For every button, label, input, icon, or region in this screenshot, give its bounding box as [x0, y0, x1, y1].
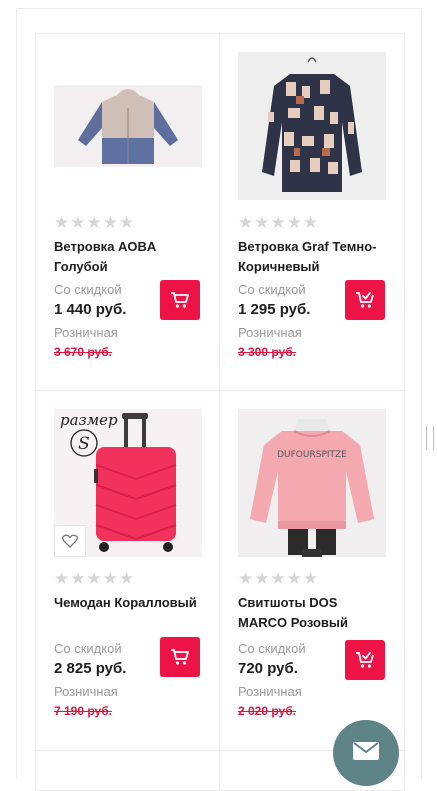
star-icon: ★ — [303, 569, 319, 588]
product-image[interactable] — [54, 52, 202, 200]
star-icon: ★ — [119, 569, 135, 588]
product-image[interactable] — [238, 52, 386, 200]
discount-price: 1 440 руб. — [54, 301, 127, 318]
add-to-cart-button[interactable] — [160, 637, 200, 677]
in-cart-button[interactable] — [345, 640, 385, 680]
star-icon: ★ — [102, 213, 118, 232]
size-caption: размер — [60, 411, 118, 429]
old-price: 3 300 руб. — [238, 345, 296, 359]
product-card[interactable]: ★ ★ ★ ★ ★ Ветровка Graf Темно-Коричневый… — [219, 33, 405, 391]
heart-icon — [62, 534, 78, 548]
mail-icon — [353, 742, 379, 760]
star-icon: ★ — [54, 569, 70, 588]
cart-icon — [171, 649, 189, 665]
star-icon: ★ — [254, 213, 270, 232]
product-title[interactable]: Ветровка AOBA Голубой — [54, 237, 204, 277]
retail-label: Розничная — [54, 684, 118, 699]
star-icon: ★ — [238, 213, 254, 232]
star-icon: ★ — [86, 213, 102, 232]
discount-label: Со скидкой — [54, 641, 122, 656]
product-title[interactable]: Свитшоты DOS MARCO Розовый — [238, 593, 388, 633]
scroll-handle[interactable] — [426, 426, 434, 450]
sweatshirt-print: DUFOURSPITZE — [277, 450, 347, 460]
star-icon: ★ — [270, 569, 286, 588]
discount-price: 1 295 руб. — [238, 301, 311, 318]
cart-icon — [171, 292, 189, 308]
star-icon: ★ — [238, 569, 254, 588]
product-card[interactable]: S размер ★ ★ ★ ★ ★ Чемодан Коралловый Со… — [35, 390, 220, 751]
star-icon: ★ — [70, 569, 86, 588]
retail-label: Розничная — [238, 325, 302, 340]
star-icon: ★ — [286, 213, 302, 232]
star-icon: ★ — [119, 213, 135, 232]
cart-added-icon — [356, 652, 374, 668]
rating-stars: ★ ★ ★ ★ ★ — [54, 569, 135, 588]
feedback-mail-button[interactable] — [333, 720, 399, 786]
discount-label: Со скидкой — [54, 282, 122, 297]
star-icon: ★ — [86, 569, 102, 588]
star-icon: ★ — [270, 213, 286, 232]
cart-added-icon — [356, 292, 374, 308]
rating-stars: ★ ★ ★ ★ ★ — [54, 213, 135, 232]
old-price: 2 020 руб. — [238, 704, 296, 718]
product-title[interactable]: Ветровка Graf Темно-Коричневый — [238, 237, 388, 277]
in-cart-button[interactable] — [345, 280, 385, 320]
discount-price: 2 825 руб. — [54, 660, 127, 677]
rating-stars: ★ ★ ★ ★ ★ — [238, 213, 319, 232]
rating-stars: ★ ★ ★ ★ ★ — [238, 569, 319, 588]
retail-label: Розничная — [238, 684, 302, 699]
star-icon: ★ — [102, 569, 118, 588]
add-to-cart-button[interactable] — [160, 280, 200, 320]
star-icon: ★ — [286, 569, 302, 588]
product-grid: ★ ★ ★ ★ ★ Ветровка AOBA Голубой Со скидк… — [35, 33, 405, 791]
product-card-partial[interactable] — [35, 750, 220, 791]
star-icon: ★ — [303, 213, 319, 232]
product-card[interactable]: ★ ★ ★ ★ ★ Ветровка AOBA Голубой Со скидк… — [35, 33, 220, 391]
product-card[interactable]: DUFOURSPITZE ★ ★ ★ ★ ★ Свитшоты DOS MARC… — [219, 390, 405, 751]
star-icon: ★ — [254, 569, 270, 588]
product-image[interactable]: S размер — [54, 409, 202, 557]
discount-price: 720 руб. — [238, 660, 298, 677]
old-price: 3 670 руб. — [54, 345, 112, 359]
star-icon: ★ — [54, 213, 70, 232]
old-price: 7 190 руб. — [54, 704, 112, 718]
add-to-wishlist-button[interactable] — [54, 525, 86, 557]
star-icon: ★ — [70, 213, 86, 232]
retail-label: Розничная — [54, 325, 118, 340]
discount-label: Со скидкой — [238, 282, 306, 297]
product-title[interactable]: Чемодан Коралловый — [54, 593, 204, 613]
product-image[interactable]: DUFOURSPITZE — [238, 409, 386, 557]
size-letter: S — [78, 434, 90, 454]
discount-label: Со скидкой — [238, 641, 306, 656]
